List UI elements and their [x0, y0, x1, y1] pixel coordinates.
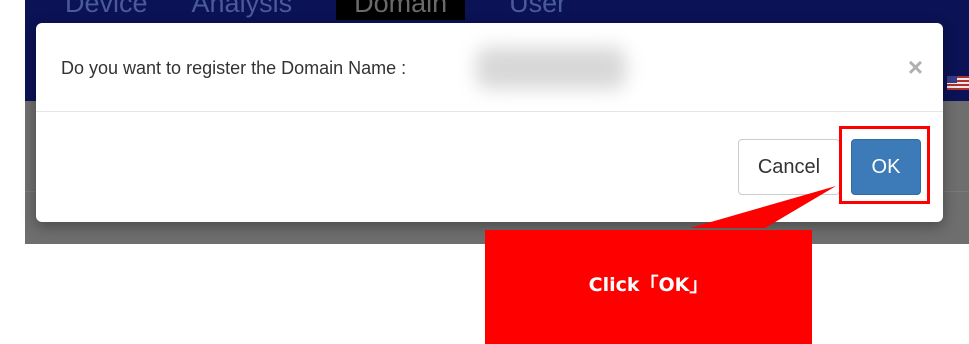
- nav-item-analysis[interactable]: Analysis: [192, 0, 293, 20]
- callout-text: Click「OK」: [588, 274, 709, 296]
- ok-highlight-box: [839, 126, 930, 204]
- dialog-header: Do you want to register the Domain Name …: [36, 23, 943, 112]
- dialog-message: Do you want to register the Domain Name …: [61, 58, 407, 78]
- nav-item-user[interactable]: User: [509, 0, 566, 20]
- nav-item-domain[interactable]: Domain: [336, 0, 466, 20]
- redacted-domain-name: [476, 47, 626, 89]
- instruction-callout: Click「OK」: [485, 230, 812, 344]
- cancel-button[interactable]: Cancel: [738, 139, 840, 195]
- nav-menu: Device Analysis Domain User: [65, 0, 566, 20]
- nav-item-device[interactable]: Device: [65, 0, 148, 20]
- close-icon[interactable]: ×: [908, 54, 923, 80]
- confirm-register-dialog: Do you want to register the Domain Name …: [36, 23, 943, 222]
- us-flag-icon[interactable]: [947, 76, 969, 90]
